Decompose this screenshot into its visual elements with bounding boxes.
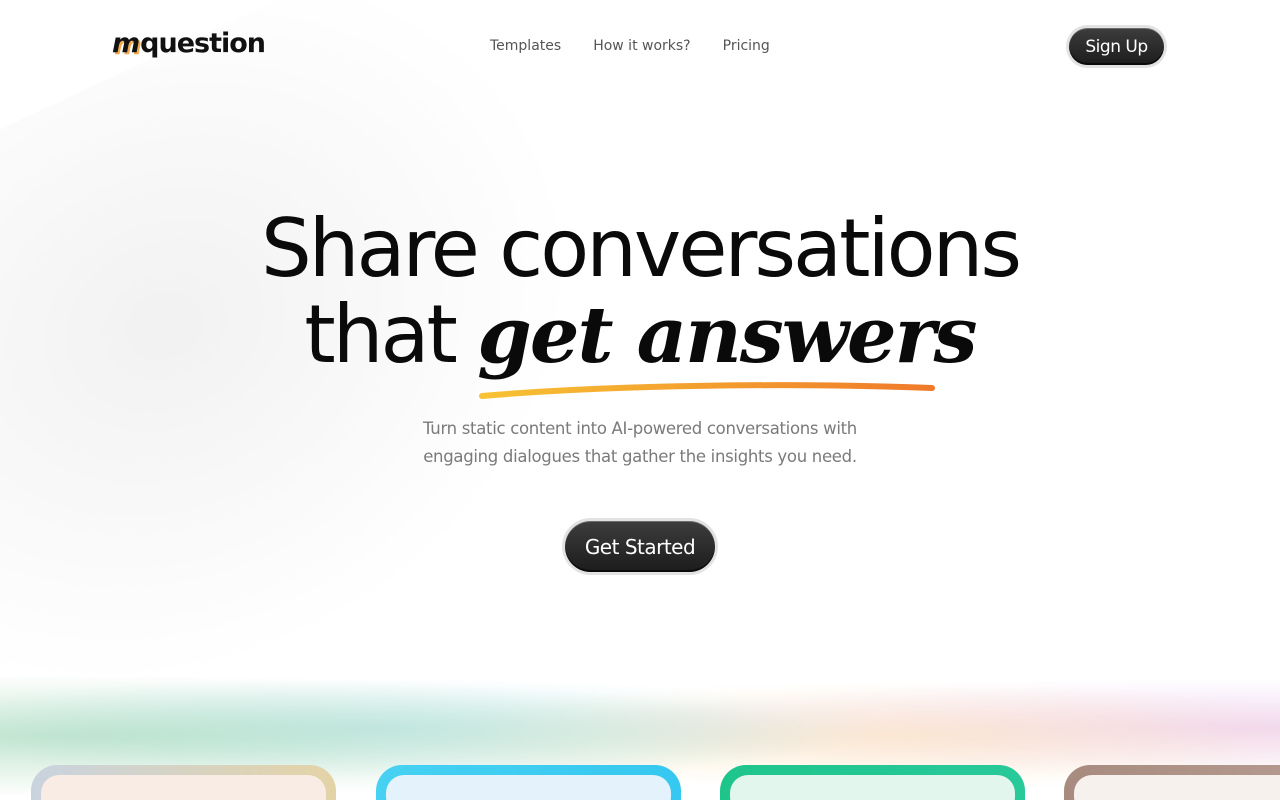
site-header: m question Templates How it works? Prici… — [0, 0, 1280, 95]
logo-mark-icon: m — [112, 28, 140, 59]
template-card-body — [386, 775, 671, 800]
template-card[interactable] — [376, 765, 681, 800]
hero-subtitle-line1: Turn static content into AI-powered conv… — [423, 419, 857, 438]
template-card[interactable] — [31, 765, 336, 800]
hero-title: Share conversations that get answers — [0, 206, 1280, 379]
sign-up-button[interactable]: Sign Up — [1069, 28, 1164, 65]
nav-item-templates[interactable]: Templates — [490, 38, 561, 54]
hero-subtitle-line2: engaging dialogues that gather the insig… — [423, 447, 857, 466]
logo[interactable]: m question — [112, 28, 266, 59]
hero-title-line2-plain: that — [304, 288, 478, 381]
template-card-body — [1074, 775, 1280, 800]
hero-title-line1: Share conversations — [261, 202, 1022, 295]
template-card-body — [41, 775, 326, 800]
template-card[interactable] — [1064, 765, 1280, 800]
hero-subtitle: Turn static content into AI-powered conv… — [390, 415, 890, 471]
brush-underline-icon — [479, 382, 935, 399]
main-nav: Templates How it works? Pricing — [490, 38, 770, 54]
template-card[interactable] — [720, 765, 1025, 800]
get-started-button[interactable]: Get Started — [565, 521, 715, 572]
nav-item-how-it-works[interactable]: How it works? — [593, 38, 690, 54]
template-card-body — [730, 775, 1015, 800]
nav-item-pricing[interactable]: Pricing — [723, 38, 770, 54]
logo-text: question — [140, 28, 266, 59]
hero-title-accent: get answers — [477, 290, 977, 381]
